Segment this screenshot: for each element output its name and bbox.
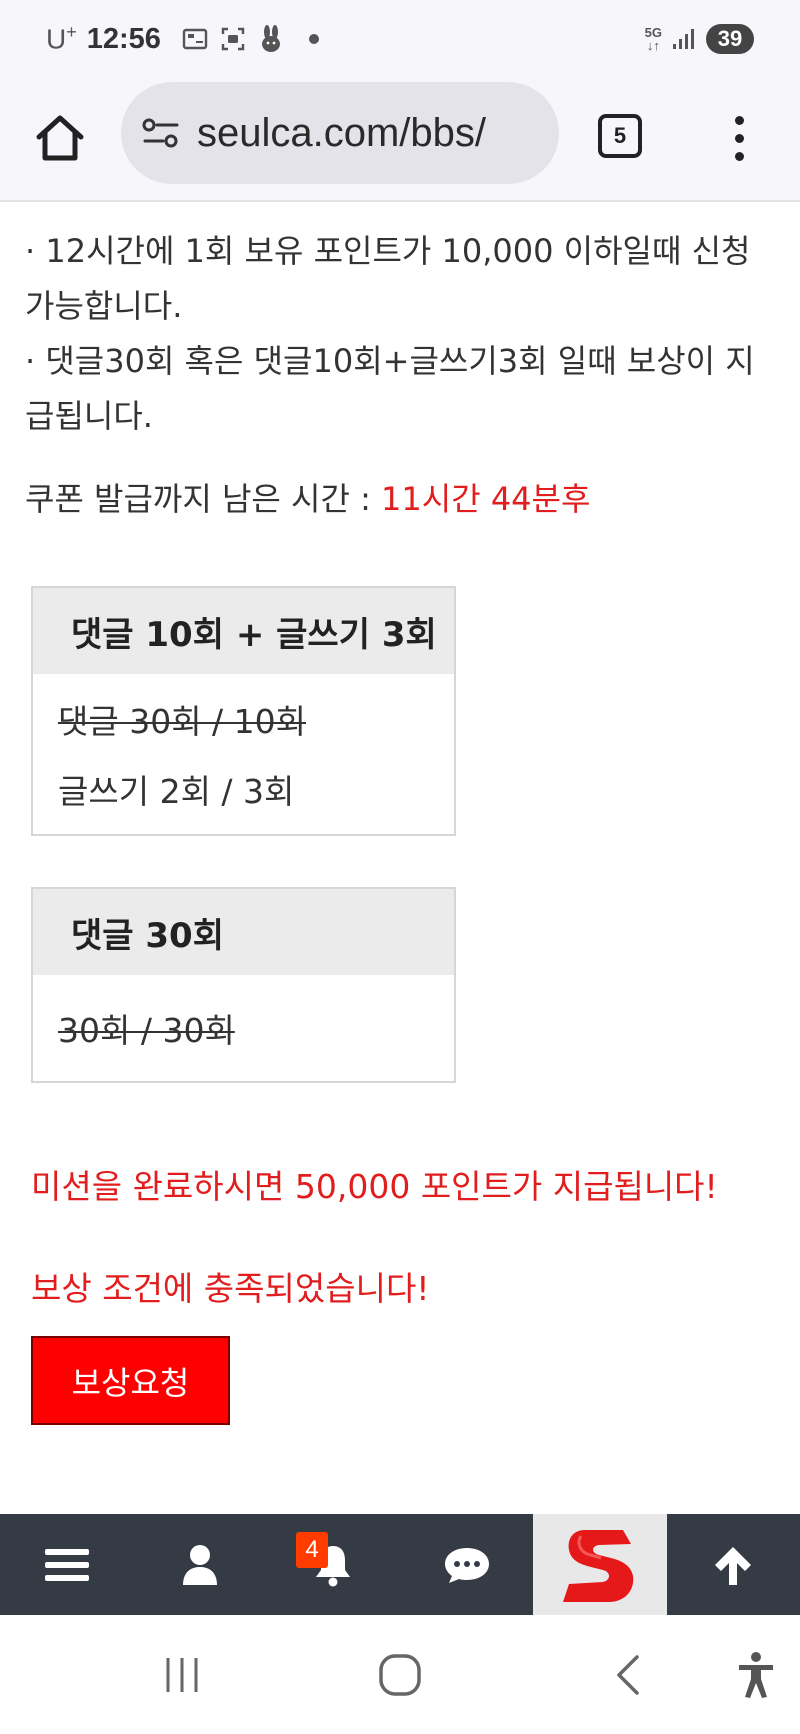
home-circle-icon bbox=[379, 1654, 421, 1696]
browser-toolbar: seulca.com/bbs/ 5 bbox=[0, 78, 800, 202]
chat-icon bbox=[444, 1547, 489, 1583]
sim-card-icon bbox=[181, 25, 209, 53]
battery-indicator: 39 bbox=[706, 24, 754, 54]
rule-text-2: · 댓글30회 혹은 댓글10회+글쓰기3회 일때 보상이 지급됩니다. bbox=[25, 342, 755, 435]
notification-badge: 4 bbox=[296, 1532, 328, 1568]
mission-box-comments: 댓글 30회 30회 / 30회 bbox=[31, 887, 456, 1083]
page-content: · 12시간에 1회 보유 포인트가 10,000 이하일때 신청가능합니다. … bbox=[0, 204, 800, 1514]
nav-profile[interactable] bbox=[133, 1514, 266, 1615]
reward-message: 미션을 완료하시면 50,000 포인트가 지급됩니다! bbox=[31, 1167, 718, 1206]
signal-icon bbox=[670, 25, 698, 53]
status-right: 5G ↓↑ 39 bbox=[645, 20, 754, 58]
carrier-label: U+ bbox=[46, 22, 77, 55]
home-icon bbox=[36, 115, 84, 161]
mission-progress-posts: 글쓰기 2회 / 3회 bbox=[58, 772, 295, 811]
screenshot-icon bbox=[219, 25, 247, 53]
mission-title: 댓글 10회 + 글쓰기 3회 bbox=[33, 588, 454, 674]
coupon-time: 11시간 44분후 bbox=[381, 480, 591, 518]
bunny-app-icon bbox=[257, 25, 285, 53]
back-button[interactable] bbox=[598, 1647, 658, 1703]
address-bar[interactable]: seulca.com/bbs/ bbox=[121, 82, 559, 184]
accessibility-button[interactable] bbox=[726, 1647, 786, 1703]
user-icon bbox=[182, 1544, 217, 1585]
site-logo[interactable] bbox=[533, 1514, 667, 1615]
recent-apps-icon bbox=[166, 1658, 198, 1692]
more-vert-icon[interactable] bbox=[724, 108, 754, 168]
android-nav-bar bbox=[0, 1615, 800, 1734]
notification-dot bbox=[308, 34, 319, 44]
rule-text-1: · 12시간에 1회 보유 포인트가 10,000 이하일때 신청가능합니다. bbox=[25, 232, 751, 325]
mission-progress-comments: 댓글 30회 / 10회 bbox=[58, 702, 307, 741]
tabs-button[interactable]: 5 bbox=[598, 114, 642, 158]
clock: 12:56 bbox=[86, 22, 161, 55]
coupon-label: 쿠폰 발급까지 남은 시간 : bbox=[25, 480, 382, 518]
status-bar: U+ 12:56 5G ↓↑ 39 bbox=[0, 0, 800, 78]
network-5g-icon: 5G ↓↑ bbox=[644, 25, 662, 53]
mission-title: 댓글 30회 bbox=[33, 889, 454, 975]
arrow-up-icon bbox=[715, 1546, 752, 1585]
nav-chat[interactable] bbox=[400, 1514, 533, 1615]
reward-request-button[interactable]: 보상요청 bbox=[31, 1336, 230, 1425]
back-icon bbox=[617, 1655, 639, 1695]
site-settings-icon[interactable] bbox=[141, 112, 183, 154]
nav-notifications[interactable] bbox=[267, 1514, 400, 1615]
home-button[interactable] bbox=[30, 108, 90, 168]
condition-message: 보상 조건에 충족되었습니다! bbox=[31, 1269, 430, 1308]
coupon-timer: 쿠폰 발급까지 남은 시간 : 11시간 44분후 bbox=[25, 474, 590, 520]
site-bottom-nav bbox=[0, 1514, 800, 1615]
url-text: seulca.com/bbs/ bbox=[197, 110, 487, 155]
nav-menu[interactable] bbox=[0, 1514, 133, 1615]
status-left: U+ 12:56 bbox=[46, 20, 319, 58]
accessibility-icon bbox=[739, 1652, 773, 1698]
site-logo-mark bbox=[562, 1529, 634, 1602]
menu-icon bbox=[44, 1548, 89, 1581]
nav-scroll-top[interactable] bbox=[667, 1514, 800, 1615]
home-nav-button[interactable] bbox=[370, 1647, 430, 1703]
recent-apps-button[interactable] bbox=[152, 1647, 212, 1703]
mission-progress-comments: 30회 / 30회 bbox=[58, 1011, 235, 1050]
mission-box-combo: 댓글 10회 + 글쓰기 3회 댓글 30회 / 10회 글쓰기 2회 / 3회 bbox=[31, 586, 456, 836]
